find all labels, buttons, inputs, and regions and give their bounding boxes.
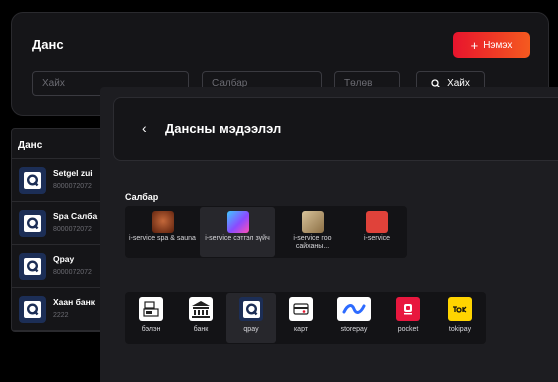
row-name: Хаан банк — [53, 297, 95, 307]
drawer-header: ‹ Дансны мэдээлэл — [113, 97, 558, 161]
branch-option-spa[interactable]: i-service spa & sauna — [125, 207, 200, 257]
row-name: Setgel zui — [53, 168, 93, 178]
qpay-icon — [19, 210, 46, 237]
spa-logo-icon — [151, 211, 174, 233]
add-button-label: Нэмэх — [483, 39, 513, 51]
iservice-logo-icon — [366, 211, 388, 233]
payment-option-label: карт — [293, 326, 309, 333]
row-account: 8000072072 — [53, 226, 92, 233]
payment-option-label: бэлэн — [141, 326, 161, 333]
card-icon — [289, 297, 313, 321]
qpay-icon — [19, 253, 46, 280]
pocket-icon — [396, 297, 420, 321]
row-name: Qpay — [53, 254, 75, 264]
account-detail-drawer: ‹ Дансны мэдээлэл Салбар i-service spa &… — [100, 87, 558, 382]
payment-option-label: qpay — [243, 326, 259, 333]
payment-option-card[interactable]: карт — [276, 293, 326, 343]
branch-label: Салбар — [125, 192, 159, 202]
psychologist-logo-icon — [226, 211, 249, 233]
payment-option-cash[interactable]: бэлэн — [126, 293, 176, 343]
row-name: Spa Салба — [53, 211, 98, 221]
row-account: 8000072072 — [53, 183, 92, 190]
row-account: 8000072072 — [53, 269, 92, 276]
payment-option-label: tokipay — [448, 326, 472, 333]
branch-option-psychologist[interactable]: i-service сэтгэл зүйч — [200, 207, 275, 257]
qpay-icon — [19, 167, 46, 194]
branch-option-label: i-service — [363, 235, 391, 242]
payment-option-storepay[interactable]: storepay — [326, 293, 382, 343]
branch-option-label: i-service гоо сайханы... — [293, 235, 332, 250]
payment-option-label: банк — [193, 326, 209, 333]
payment-option-bank[interactable]: банк — [176, 293, 226, 343]
drawer-title: Дансны мэдээлэл — [165, 121, 282, 136]
row-account: 2222 — [53, 312, 69, 319]
payment-option-label: storepay — [340, 326, 368, 333]
branch-option-label: i-service сэтгэл зүйч — [205, 235, 270, 242]
payment-option-qpay[interactable]: qpay — [226, 293, 276, 343]
qpay-icon — [239, 297, 263, 321]
add-button[interactable]: + Нэмэх — [453, 32, 530, 58]
back-arrow-icon[interactable]: ‹ — [142, 120, 147, 136]
branch-options: i-service spa & sauna i-service сэтгэл з… — [125, 206, 407, 258]
storepay-icon — [337, 297, 371, 321]
branch-option-label: i-service spa & sauna — [129, 235, 196, 242]
tokipay-icon — [448, 297, 472, 321]
plus-icon: + — [470, 37, 479, 53]
payment-option-label: pocket — [397, 326, 419, 333]
payment-options: бэлэн банк qpay карт storepay pocket tok… — [125, 292, 486, 344]
bank-icon — [189, 297, 213, 321]
branch-option-beauty[interactable]: i-service гоо сайханы... — [275, 207, 350, 257]
payment-option-pocket[interactable]: pocket — [382, 293, 434, 343]
qpay-icon — [19, 296, 46, 323]
payment-option-tokipay[interactable]: tokipay — [434, 293, 486, 343]
page-title: Данс — [32, 37, 64, 52]
beauty-logo-icon — [301, 211, 324, 233]
branch-option-iservice[interactable]: i-service — [350, 207, 404, 257]
cash-register-icon — [139, 297, 163, 321]
